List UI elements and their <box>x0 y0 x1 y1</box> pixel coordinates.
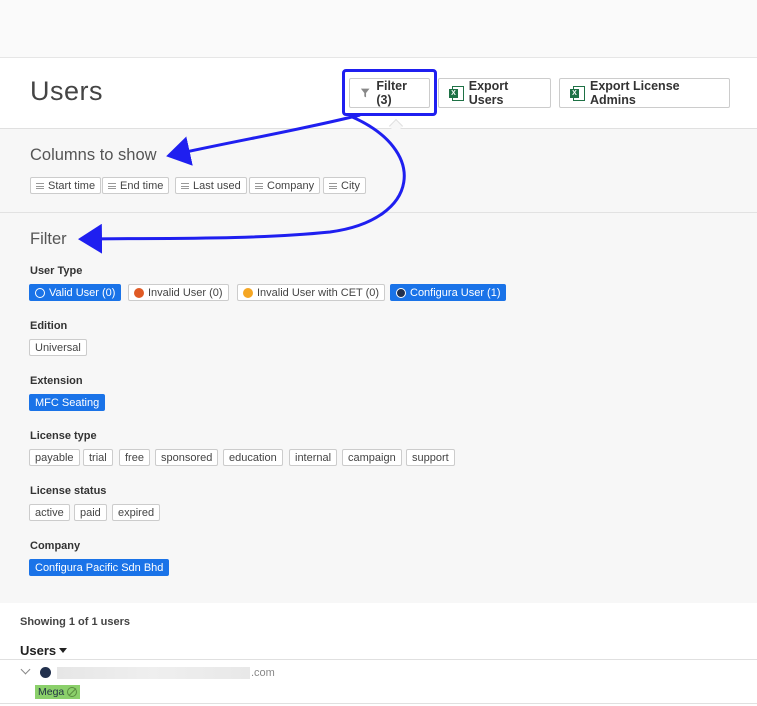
license-status-chip-active[interactable]: active <box>29 504 70 521</box>
column-chip-label: City <box>341 179 360 192</box>
license-type-chip-label: support <box>412 451 449 464</box>
user-type-chip-valid[interactable]: Valid User (0) <box>29 284 122 301</box>
drag-handle-icon <box>108 182 116 189</box>
status-dot-icon <box>243 287 253 298</box>
license-type-chip-label: campaign <box>348 451 396 464</box>
users-column-label: Users <box>20 643 57 658</box>
extension-label: Extension <box>30 375 83 387</box>
license-type-chip-sponsored[interactable]: sponsored <box>155 449 219 466</box>
section-divider <box>0 212 757 213</box>
status-dot-icon <box>396 287 406 298</box>
edition-label: Edition <box>30 320 68 332</box>
license-type-chip-label: internal <box>295 451 332 464</box>
edition-chip-label: Universal <box>35 341 81 354</box>
license-type-chip-label: payable <box>35 451 74 464</box>
license-type-label: License type <box>30 430 97 442</box>
top-bar <box>0 0 757 58</box>
license-status-chip-expired[interactable]: expired <box>112 504 161 521</box>
results-summary: Showing 1 of 1 users <box>20 616 131 628</box>
filter-icon <box>360 88 370 98</box>
excel-icon: X <box>449 85 464 101</box>
user-type-chip-invalid-cet[interactable]: Invalid User with CET (0) <box>237 284 386 301</box>
user-type-chip-invalid[interactable]: Invalid User (0) <box>128 284 229 301</box>
page-title: Users <box>30 76 104 106</box>
user-type-dot-icon <box>40 667 51 678</box>
column-chip-city[interactable]: City <box>323 177 366 194</box>
license-type-chip-label: sponsored <box>161 451 213 464</box>
user-email-suffix: .com <box>251 667 275 679</box>
license-status-chip-label: paid <box>80 506 101 519</box>
license-type-chip-campaign[interactable]: campaign <box>342 449 402 466</box>
column-chip-label: Company <box>267 179 315 192</box>
users-column-header[interactable]: Users <box>20 643 68 658</box>
redacted-email <box>57 667 250 679</box>
page-header: Users Filter (3) X Export Users X Export… <box>0 58 757 134</box>
status-dot-icon <box>134 287 144 298</box>
extension-chip-label: MFC Seating <box>35 396 100 409</box>
drag-handle-icon <box>255 182 263 189</box>
user-type-chip-label: Invalid User (0) <box>148 286 223 299</box>
export-users-label: Export Users <box>468 79 509 107</box>
column-chip-end-time[interactable]: End time <box>102 177 170 194</box>
user-type-chip-label: Invalid User with CET (0) <box>257 286 380 299</box>
license-type-chip-internal[interactable]: internal <box>289 449 338 466</box>
filter-button[interactable]: Filter (3) <box>349 78 430 108</box>
company-chip-configura-pacific[interactable]: Configura Pacific Sdn Bhd <box>29 559 170 576</box>
export-users-button[interactable]: X Export Users <box>438 78 551 108</box>
chevron-down-icon[interactable] <box>20 664 31 675</box>
column-chip-start-time[interactable]: Start time <box>30 177 102 194</box>
license-type-chip-education[interactable]: education <box>223 449 283 466</box>
company-chip-label: Configura Pacific Sdn Bhd <box>35 561 164 574</box>
filter-button-label: Filter (3) <box>376 79 407 107</box>
excel-icon: X <box>570 85 585 101</box>
user-type-label: User Type <box>30 265 83 277</box>
export-license-admins-button[interactable]: X Export License Admins <box>559 78 730 108</box>
columns-section-title: Columns to show <box>30 146 157 164</box>
license-type-chip-trial[interactable]: trial <box>83 449 113 466</box>
ban-icon <box>67 687 78 697</box>
row-divider <box>0 703 757 704</box>
status-dot-icon <box>35 287 45 298</box>
license-type-chip-payable[interactable]: payable <box>29 449 80 466</box>
extension-tag-label: Mega <box>38 686 65 698</box>
extension-tag: Mega <box>35 685 81 699</box>
column-chip-label: Last used <box>193 179 241 192</box>
sort-caret-icon <box>59 648 68 653</box>
license-status-chip-paid[interactable]: paid <box>74 504 107 521</box>
drag-handle-icon <box>181 182 189 189</box>
extension-chip-mfc-seating[interactable]: MFC Seating <box>29 394 106 411</box>
company-label: Company <box>30 540 81 552</box>
drag-handle-icon <box>36 182 44 189</box>
column-chip-last-used[interactable]: Last used <box>175 177 247 194</box>
user-type-chip-configura[interactable]: Configura User (1) <box>390 284 507 301</box>
license-type-chip-support[interactable]: support <box>406 449 455 466</box>
edition-chip-universal[interactable]: Universal <box>29 339 87 356</box>
column-chip-label: Start time <box>48 179 96 192</box>
column-chip-label: End time <box>120 179 164 192</box>
user-type-chip-label: Configura User (1) <box>410 286 501 299</box>
column-chip-company[interactable]: Company <box>249 177 321 194</box>
filter-section-title: Filter <box>30 230 67 248</box>
license-status-label: License status <box>30 485 107 497</box>
license-type-chip-label: free <box>125 451 144 464</box>
license-type-chip-label: trial <box>89 451 107 464</box>
filter-panel: Columns to show Start time End time Last… <box>0 129 757 603</box>
export-license-admins-label: Export License Admins <box>589 79 680 107</box>
license-status-chip-label: expired <box>118 506 155 519</box>
row-divider <box>0 659 757 660</box>
drag-handle-icon <box>329 182 337 189</box>
license-status-chip-label: active <box>35 506 64 519</box>
license-type-chip-free[interactable]: free <box>119 449 150 466</box>
license-type-chip-label: education <box>229 451 277 464</box>
user-type-chip-label: Valid User (0) <box>49 286 116 299</box>
